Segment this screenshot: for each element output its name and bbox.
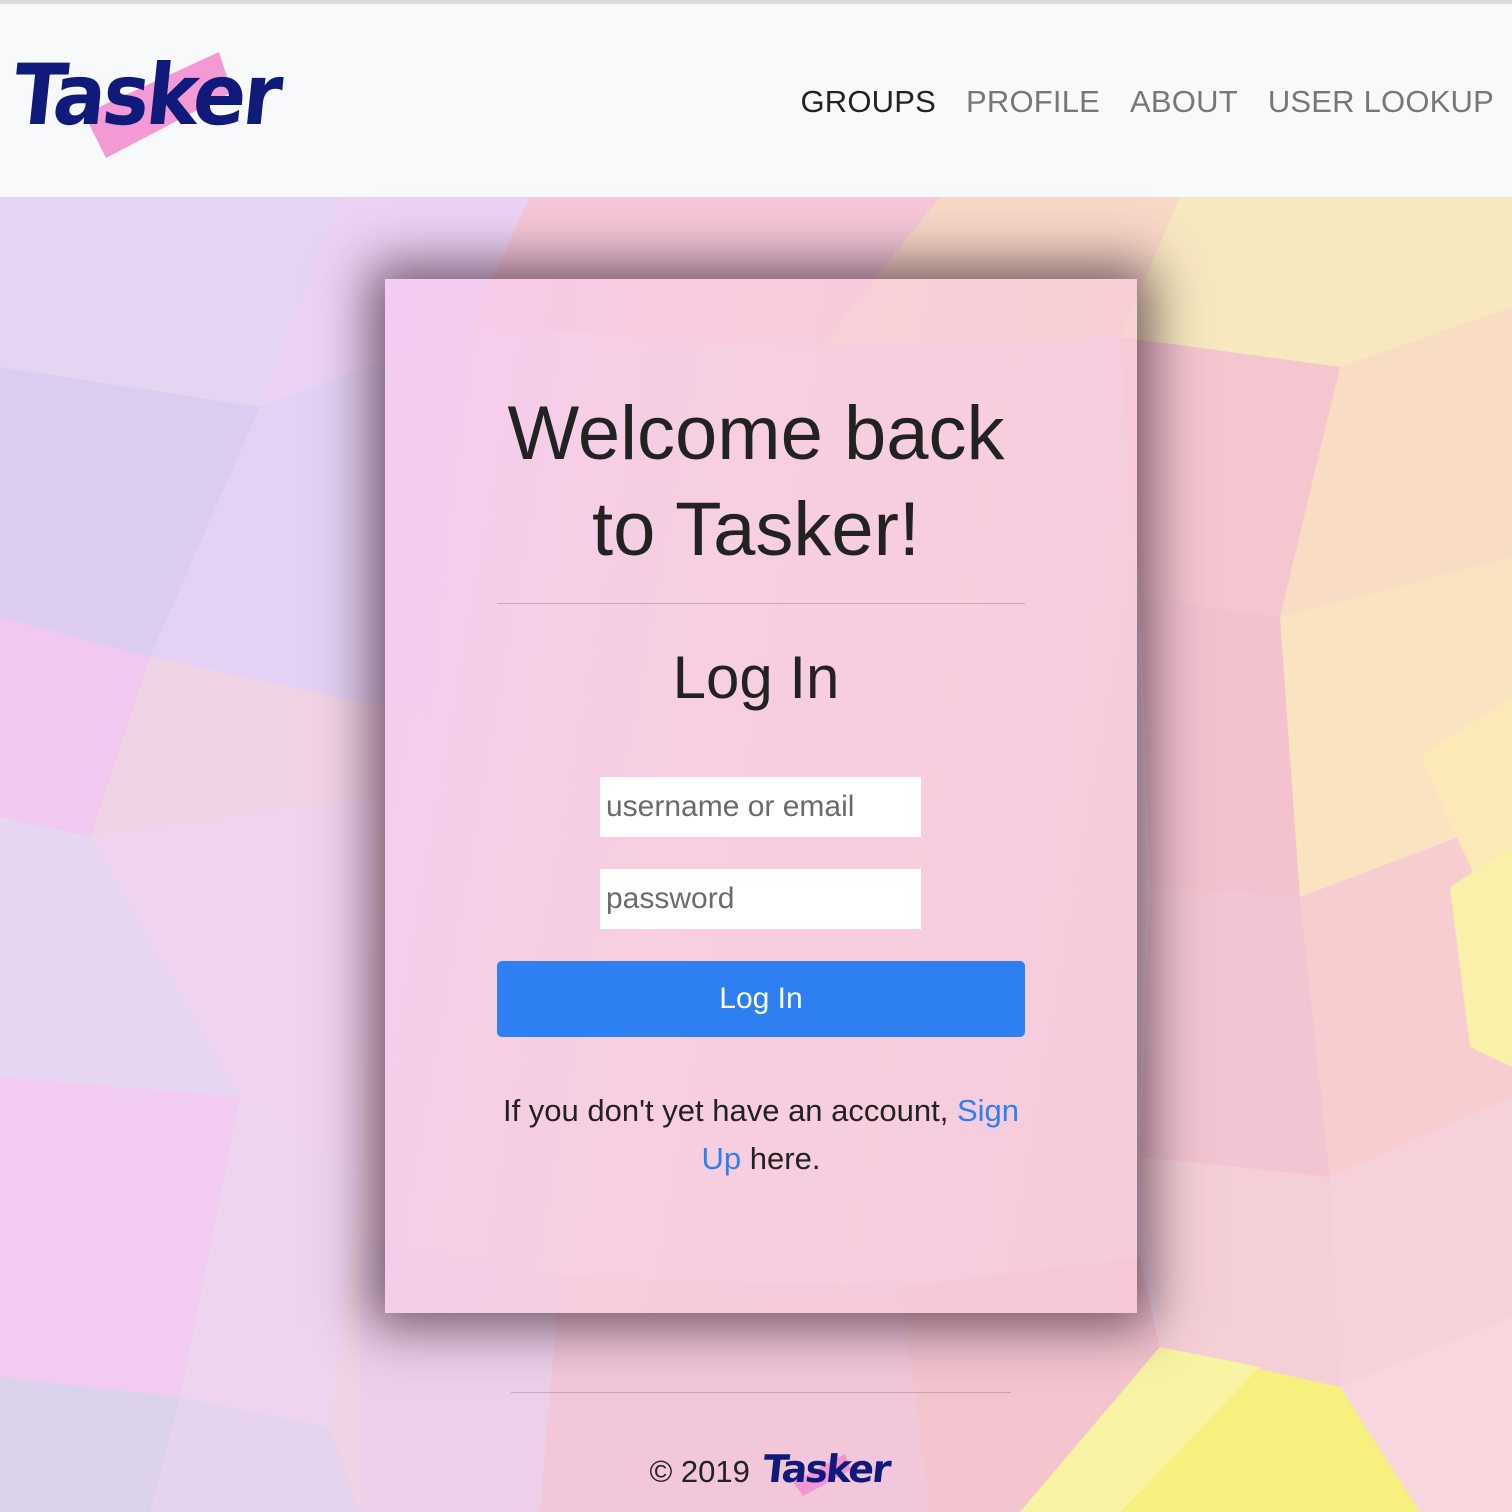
login-button[interactable]: Log In [497, 961, 1025, 1037]
login-title: Log In [672, 644, 840, 711]
nav-about[interactable]: ABOUT [1130, 82, 1238, 122]
welcome-line-1: Welcome back [507, 391, 1005, 476]
signup-suffix: here. [741, 1141, 821, 1176]
footer: © 2019 Tasker [0, 1447, 1512, 1500]
footer-logo: Tasker [760, 1447, 891, 1500]
password-input[interactable] [600, 869, 921, 929]
footer-divider [511, 1392, 1011, 1393]
footer-brand-name: Tasker [760, 1447, 891, 1491]
navbar: Tasker GROUPS PROFILE ABOUT USER LOOKUP [0, 4, 1512, 197]
card-divider [497, 603, 1025, 604]
signup-prompt: If you don't yet have an account, Sign U… [497, 1087, 1025, 1183]
nav-groups[interactable]: GROUPS [800, 82, 936, 122]
brand-logo[interactable]: Tasker [8, 44, 284, 164]
nav-user-lookup[interactable]: USER LOOKUP [1268, 82, 1494, 122]
welcome-heading: Welcome back to Tasker! [0, 386, 1512, 578]
username-input[interactable] [600, 777, 921, 837]
brand-name: Tasker [8, 47, 285, 145]
nav-links: GROUPS PROFILE ABOUT USER LOOKUP [800, 82, 1494, 122]
welcome-line-2: to Tasker! [591, 487, 921, 572]
signup-prefix: If you don't yet have an account, [502, 1093, 957, 1128]
footer-copyright: © 2019 [649, 1454, 750, 1490]
nav-profile[interactable]: PROFILE [966, 82, 1100, 122]
